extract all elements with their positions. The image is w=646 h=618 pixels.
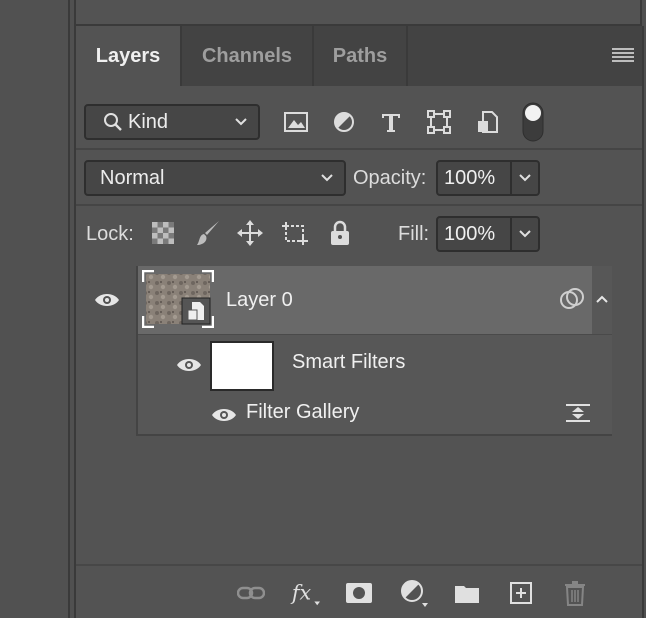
tab-paths[interactable]: Paths (314, 26, 408, 86)
chevron-down-icon (321, 174, 333, 182)
fill-value: 100% (444, 222, 496, 245)
opacity-value: 100% (444, 166, 496, 189)
filter-kind-select[interactable]: Kind (84, 104, 260, 140)
panel-tab-bar: Layers Channels Paths (76, 26, 642, 86)
add-layer-mask-icon[interactable] (344, 578, 374, 608)
smart-filter-linked-icon[interactable] (558, 286, 586, 312)
lock-artboard-icon[interactable] (280, 219, 310, 247)
new-group-folder-icon[interactable] (452, 578, 482, 608)
left-dock-strip (0, 0, 70, 618)
new-layer-icon[interactable] (506, 578, 536, 608)
layers-bottom-toolbar: fx (76, 564, 642, 618)
layer-thumbnail[interactable] (141, 269, 215, 329)
filter-gallery-visibility-eye-icon[interactable] (210, 403, 238, 427)
svg-text:fx: fx (290, 581, 312, 605)
blend-mode-select[interactable]: Normal (84, 160, 346, 196)
tab-channels[interactable]: Channels (182, 26, 314, 86)
smart-filters-visibility-eye-icon[interactable] (174, 353, 204, 377)
chevron-down-icon (235, 118, 247, 126)
lock-label: Lock: (86, 223, 134, 245)
filter-adjustment-layer-icon[interactable] (330, 108, 358, 136)
fill-label: Fill: (398, 223, 430, 245)
opacity-dropdown-button[interactable] (510, 162, 538, 194)
opacity-label: Opacity: (353, 167, 427, 189)
new-adjustment-layer-icon[interactable] (400, 578, 430, 608)
layer-row-layer-0[interactable]: Layer 0 (138, 266, 612, 334)
add-layer-style-fx-icon[interactable]: fx (290, 578, 320, 608)
chevron-down-icon (519, 230, 531, 238)
panel-menu-icon[interactable] (612, 48, 634, 64)
search-icon (104, 113, 122, 131)
smart-filters-group: Smart Filters Filter Gallery (138, 334, 612, 436)
layers-panel: Layers Channels Paths Kind Normal Opacit… (74, 26, 644, 618)
lock-transparent-pixels-icon[interactable] (150, 220, 176, 246)
lock-image-pixels-brush-icon[interactable] (194, 218, 222, 248)
tab-layers[interactable]: Layers (76, 26, 182, 86)
fill-field[interactable]: 100% (436, 216, 540, 252)
link-layers-icon[interactable] (236, 578, 266, 608)
layer-name[interactable]: Layer 0 (226, 289, 293, 312)
filter-toggle-switch[interactable] (520, 102, 546, 142)
chevron-up-icon[interactable] (595, 294, 609, 304)
smart-filter-mask-thumbnail[interactable] (210, 341, 274, 391)
lock-all-icon[interactable] (327, 218, 353, 248)
blend-mode-value: Normal (100, 166, 165, 189)
filter-shape-layer-icon[interactable] (425, 108, 453, 136)
filter-blending-options-icon[interactable] (564, 401, 592, 425)
filter-type-layer-icon[interactable] (377, 108, 405, 136)
fill-dropdown-button[interactable] (510, 218, 538, 250)
smart-filters-label[interactable]: Smart Filters (292, 351, 405, 374)
chevron-down-icon (519, 174, 531, 182)
upper-panel-area (74, 0, 642, 26)
layer-visibility-eye-icon[interactable] (92, 288, 122, 312)
filter-kind-label: Kind (128, 110, 169, 133)
filter-pixel-layer-icon[interactable] (282, 108, 310, 136)
filter-smart-object-icon[interactable] (474, 108, 502, 136)
delete-layer-trash-icon[interactable] (560, 578, 590, 608)
lock-position-move-icon[interactable] (236, 219, 264, 247)
opacity-field[interactable]: 100% (436, 160, 540, 196)
filter-gallery-label[interactable]: Filter Gallery (246, 401, 359, 424)
